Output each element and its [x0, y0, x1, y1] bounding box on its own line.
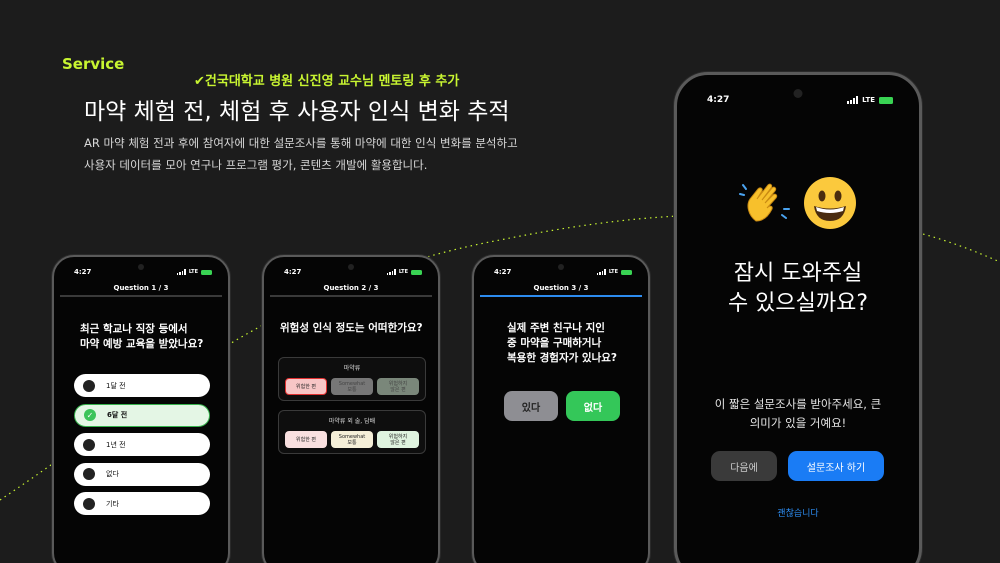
chip-not-dangerous[interactable]: 위험하지 않은 편: [377, 378, 419, 395]
option-label: 1달 전: [106, 381, 126, 390]
phone-question-3: 4:27 LTE Question 3 / 3 실제 주변 친구나 지인 중 마…: [472, 255, 650, 563]
question-line-3: 복용한 경험자가 있나요?: [507, 352, 618, 364]
option-label: 기타: [106, 499, 119, 508]
page-title: 마약 체험 전, 체험 후 사용자 인식 변화 추적: [84, 99, 510, 125]
mentoring-subtitle: ✔건국대학교 병원 신진영 교수님 멘토링 후 추가: [194, 74, 460, 89]
chip-somewhat[interactable]: Somewhat 보통: [331, 378, 373, 395]
option-none[interactable]: 없다: [74, 462, 210, 486]
status-time: 4:27: [284, 268, 302, 276]
question-text: 위험성 인식 정도는 어떠한가요?: [280, 322, 423, 334]
signal-icon: [386, 269, 396, 275]
signal-icon: [847, 96, 859, 104]
no-button[interactable]: 없다: [566, 391, 620, 421]
question-line-1: 실제 주변 친구나 지인: [507, 322, 605, 334]
question-line-2: 중 마약을 구매하거나: [507, 337, 602, 349]
grinning-face-icon: [804, 177, 856, 229]
group-alcohol-tobacco: 마약류 외 술, 담배 위험한 편 Somewhat 보통 위험하지 않은 편: [278, 410, 426, 454]
question-header: Question 3 / 3: [533, 284, 589, 292]
signal-icon: [596, 269, 606, 275]
invite-desc-line-1: 이 짧은 설문조사를 받아주세요, 큰: [714, 397, 882, 411]
answer-options: 1달 전 ✓ 6달 전 1년 전 없다 기타: [74, 374, 210, 522]
progress-bar: [480, 295, 642, 297]
option-1-month[interactable]: 1달 전: [74, 374, 210, 397]
status-bar: 4:27 LTE: [74, 267, 212, 277]
option-label: 1년 전: [106, 440, 126, 449]
invite-title-line-2: 수 있으실까요?: [727, 291, 869, 316]
invite-title-line-1: 잠시 도와주실: [733, 261, 863, 286]
group-title: 마약류 외 술, 담배: [328, 418, 376, 425]
radio-icon: [83, 379, 95, 392]
description-line-1: AR 마약 체험 전과 후에 참여자에 대한 설문조사를 통해 마약에 대한 인…: [84, 136, 518, 150]
option-label: 6달 전: [107, 411, 128, 419]
radio-icon: [83, 497, 95, 510]
chip-not-dangerous[interactable]: 위험하지 않은 편: [377, 431, 419, 448]
invite-title: 잠시 도와주실 수 있으실까요?: [677, 259, 919, 319]
waving-hand-icon: [739, 183, 790, 222]
signal-icon: [176, 269, 186, 275]
network-label: LTE: [398, 269, 408, 275]
question-line-2: 마약 예방 교육을 받았나요?: [80, 338, 204, 350]
no-thanks-link[interactable]: 괜찮습니다: [677, 506, 919, 519]
network-label: LTE: [188, 269, 198, 275]
status-time: 4:27: [707, 95, 730, 105]
take-survey-button[interactable]: 설문조사 하기: [788, 451, 884, 481]
battery-icon: [879, 96, 893, 104]
status-bar: 4:27 LTE: [284, 267, 422, 277]
progress-bar: [270, 295, 432, 297]
description-line-2: 사용자 데이터를 모아 연구나 프로그램 평가, 콘텐츠 개발에 활용합니다.: [84, 158, 428, 172]
checkmark-icon: ✓: [84, 409, 96, 421]
battery-icon: [411, 269, 422, 275]
phone-question-1: 4:27 LTE Question 1 / 3 최근 학교나 직장 등에서 마약…: [52, 255, 230, 563]
chip-dangerous[interactable]: 위험한 편: [285, 431, 327, 448]
network-label: LTE: [608, 269, 618, 275]
battery-icon: [621, 269, 632, 275]
chip-somewhat[interactable]: Somewhat 보통: [331, 431, 373, 448]
question-text: 실제 주변 친구나 지인 중 마약을 구매하거나 복용한 경험자가 있나요?: [507, 321, 617, 366]
later-button[interactable]: 다음에: [711, 451, 777, 481]
network-label: LTE: [862, 96, 875, 104]
yes-button[interactable]: 있다: [504, 391, 558, 421]
question-header: Question 1 / 3: [113, 284, 169, 292]
radio-icon: [83, 468, 95, 480]
question-line-1: 최근 학교나 직장 등에서: [80, 323, 188, 335]
group-drugs: 마약류 위험한 편 Somewhat 보통 위험하지 않은 편: [278, 357, 426, 401]
option-other[interactable]: 기타: [74, 492, 210, 515]
status-bar: 4:27 LTE: [707, 93, 893, 107]
invite-desc-line-2: 의미가 있을 거예요!: [749, 416, 847, 430]
option-6-months[interactable]: ✓ 6달 전: [74, 403, 210, 427]
battery-icon: [201, 269, 212, 275]
option-label: 없다: [106, 470, 119, 478]
emoji-row: [677, 175, 919, 231]
group-title: 마약류: [343, 365, 361, 372]
question-header: Question 2 / 3: [323, 284, 379, 292]
phone-question-2: 4:27 LTE Question 2 / 3 위험성 인식 정도는 어떠한가요…: [262, 255, 440, 563]
description: AR 마약 체험 전과 후에 참여자에 대한 설문조사를 통해 마약에 대한 인…: [84, 132, 518, 176]
radio-icon: [83, 438, 95, 451]
question-text: 최근 학교나 직장 등에서 마약 예방 교육을 받았나요?: [80, 322, 203, 352]
progress-bar: [60, 295, 222, 297]
invite-description: 이 짧은 설문조사를 받아주세요, 큰 의미가 있을 거예요!: [677, 395, 919, 433]
chip-dangerous[interactable]: 위험한 편: [285, 378, 327, 395]
status-time: 4:27: [74, 268, 92, 276]
status-bar: 4:27 LTE: [494, 267, 632, 277]
option-1-year[interactable]: 1년 전: [74, 433, 210, 456]
status-time: 4:27: [494, 268, 512, 276]
phone-survey-invite: 4:27 LTE 잠시 도와주실 수 있으실까요? 이 짧은 설문조사를 받아주…: [674, 72, 922, 563]
service-label: Service: [62, 55, 125, 73]
